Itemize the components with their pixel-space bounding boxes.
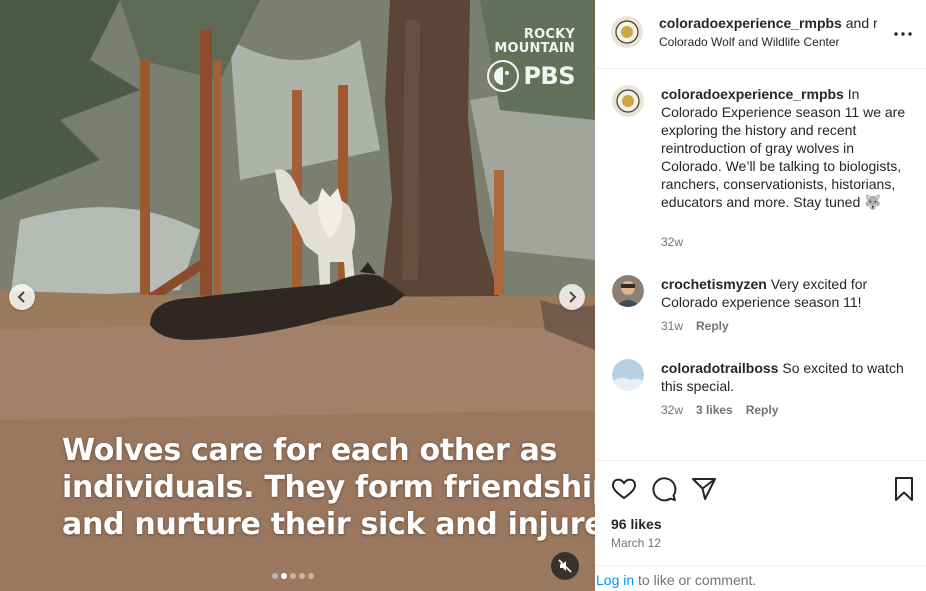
- bookmark-icon[interactable]: [890, 475, 918, 503]
- comment-meta: 32w: [661, 235, 683, 249]
- avatar[interactable]: [611, 16, 643, 48]
- comment-text: coloradoexperience_rmpbs In Colorado Exp…: [661, 85, 911, 211]
- more-horizontal-icon: [894, 32, 912, 36]
- comment-username[interactable]: crochetismyzen: [661, 276, 767, 292]
- post-media[interactable]: ROCKY MOUNTAIN PBS Wolves care for each …: [0, 0, 595, 591]
- comment-body: In Colorado Experience season 11 we are …: [661, 86, 906, 210]
- logo-line-2: MOUNTAIN: [494, 41, 575, 56]
- header-username[interactable]: coloradoexperience_rmpbs: [659, 15, 842, 31]
- carousel-dot-active[interactable]: [281, 573, 287, 579]
- rocky-mountain-pbs-logo: ROCKY MOUNTAIN PBS: [487, 28, 575, 92]
- comment-text: coloradotrailboss So excited to watch th…: [661, 359, 911, 395]
- carousel-prev-button[interactable]: [9, 284, 35, 310]
- comment-text: crochetismyzen Very excited for Colorado…: [661, 275, 911, 311]
- caption-line: individuals. They form friendships: [62, 470, 595, 505]
- chevron-left-icon: [17, 291, 25, 303]
- carousel-dot[interactable]: [308, 573, 314, 579]
- carousel-dots: [272, 573, 314, 579]
- comment-time[interactable]: 31w: [661, 319, 683, 333]
- caption-line: Wolves care for each other as: [62, 433, 558, 468]
- logo-line-1: ROCKY: [523, 27, 575, 42]
- avatar[interactable]: [612, 275, 644, 307]
- comment-username[interactable]: coloradotrailboss: [661, 360, 778, 376]
- header-location[interactable]: Colorado Wolf and Wildlife Center: [659, 35, 840, 49]
- post-actions: 96 likes March 12: [595, 460, 926, 565]
- carousel-next-button[interactable]: [559, 284, 585, 310]
- more-options-button[interactable]: [891, 22, 915, 46]
- share-icon[interactable]: [690, 475, 718, 503]
- comment-likes[interactable]: 3 likes: [696, 403, 733, 417]
- avatar[interactable]: [612, 85, 644, 117]
- heart-icon[interactable]: [610, 475, 638, 503]
- mute-toggle-button[interactable]: [551, 552, 579, 580]
- comment-meta: 32w 3 likes Reply: [661, 403, 778, 417]
- comment-time[interactable]: 32w: [661, 403, 683, 417]
- reply-button[interactable]: Reply: [696, 319, 729, 333]
- likes-count[interactable]: 96 likes: [611, 516, 662, 532]
- login-prompt-text: to like or comment.: [634, 572, 757, 588]
- comment-icon[interactable]: [650, 475, 678, 503]
- speaker-muted-icon: [558, 559, 572, 573]
- carousel-dot[interactable]: [272, 573, 278, 579]
- video-caption: Wolves care for each other as individual…: [62, 432, 595, 543]
- comment-username[interactable]: coloradoexperience_rmpbs: [661, 86, 844, 102]
- reply-button[interactable]: Reply: [746, 403, 779, 417]
- carousel-dot[interactable]: [290, 573, 296, 579]
- pbs-head-icon: [487, 60, 520, 92]
- comment-meta: 31w Reply: [661, 319, 729, 333]
- post-date[interactable]: March 12: [611, 536, 661, 550]
- post-header: coloradoexperience_rmpbs and r Colorado …: [595, 0, 926, 69]
- comment-time[interactable]: 32w: [661, 235, 683, 249]
- carousel-dot[interactable]: [299, 573, 305, 579]
- login-link[interactable]: Log in: [596, 572, 634, 588]
- caption-line: and nurture their sick and injured.: [62, 507, 595, 542]
- header-collaborator-text[interactable]: and r: [846, 15, 877, 31]
- avatar[interactable]: [612, 359, 644, 391]
- post-side-panel: coloradoexperience_rmpbs and r Colorado …: [595, 0, 926, 591]
- pbs-wordmark: PBS: [523, 62, 575, 90]
- chevron-right-icon: [569, 291, 577, 303]
- login-prompt: Log in to like or comment.: [595, 565, 926, 591]
- header-account-line: coloradoexperience_rmpbs and r: [659, 15, 877, 31]
